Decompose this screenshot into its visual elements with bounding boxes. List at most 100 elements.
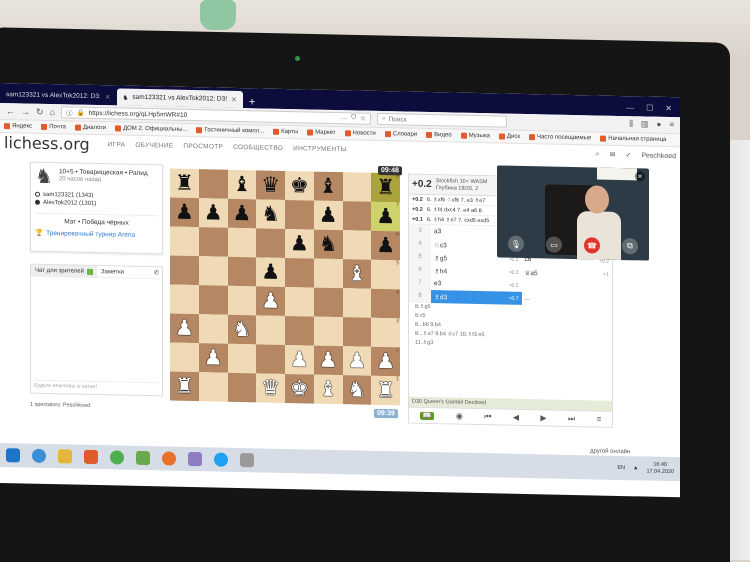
black-knight-icon[interactable]: ♞ bbox=[319, 232, 338, 256]
page-actions-icon[interactable]: ··· bbox=[341, 115, 348, 122]
menu-play[interactable]: ИГРА bbox=[108, 141, 126, 148]
board-square[interactable]: ♞ bbox=[227, 314, 257, 345]
search-icon[interactable]: ⌕ bbox=[596, 150, 600, 158]
bookmark-item[interactable]: ДОМ 2. Официальны... bbox=[115, 125, 187, 133]
board-square[interactable]: ♚ bbox=[285, 170, 314, 201]
firefox-icon[interactable] bbox=[162, 451, 176, 466]
practice-icon[interactable]: ◉ bbox=[456, 412, 463, 421]
checkbox-icon[interactable] bbox=[86, 268, 93, 275]
board-square[interactable] bbox=[342, 172, 372, 202]
next-move-icon[interactable]: ▶ bbox=[540, 413, 546, 422]
last-move-icon[interactable]: ⏭ bbox=[568, 413, 575, 423]
board-square[interactable] bbox=[198, 227, 228, 257]
board-square[interactable] bbox=[170, 342, 199, 373]
board-square[interactable]: ♞ bbox=[342, 375, 372, 405]
board-square[interactable] bbox=[342, 230, 372, 260]
phone-icon[interactable]: ✆ bbox=[154, 269, 162, 276]
prev-move-icon[interactable]: ◀ bbox=[513, 413, 519, 422]
book-icon[interactable]: 📖 bbox=[419, 411, 435, 420]
board-square[interactable]: 5 bbox=[371, 259, 400, 290]
black-pawn-icon[interactable]: ♟ bbox=[376, 204, 395, 228]
board-square[interactable]: ♟ 2 bbox=[371, 346, 400, 377]
player-black[interactable]: AlexTok2012 (1301) bbox=[35, 199, 158, 210]
board-square[interactable]: 3 bbox=[371, 317, 400, 348]
tab-notes[interactable]: Заметки bbox=[97, 266, 128, 279]
board-square[interactable] bbox=[313, 316, 343, 347]
back-icon[interactable]: ← bbox=[6, 106, 15, 116]
white-rook-icon[interactable]: ♜ bbox=[175, 374, 194, 398]
minimize-icon[interactable]: — bbox=[626, 103, 634, 112]
board-square[interactable]: ♜ bbox=[170, 371, 199, 402]
board-square[interactable] bbox=[227, 256, 257, 287]
board-square[interactable]: 4 bbox=[371, 288, 400, 319]
board-square[interactable] bbox=[170, 226, 199, 257]
board-square[interactable]: ♟ bbox=[170, 313, 199, 344]
search-box[interactable]: ⌕ Поиск bbox=[376, 112, 507, 128]
board-square[interactable]: ♟ bbox=[170, 197, 199, 228]
site-logo[interactable]: lichess.org bbox=[4, 133, 90, 154]
white-bishop-icon[interactable]: ♝ bbox=[347, 261, 366, 285]
board-square[interactable] bbox=[285, 257, 314, 288]
tab-spectator-chat[interactable]: Чат для зрителей bbox=[31, 264, 97, 278]
board-square[interactable]: ♟ 6 bbox=[371, 230, 400, 261]
white-pawn-icon[interactable]: ♟ bbox=[204, 345, 223, 369]
black-pawn-icon[interactable]: ♟ bbox=[204, 200, 223, 224]
board-square[interactable] bbox=[256, 228, 285, 258]
tray-icon[interactable]: ▲ bbox=[633, 465, 638, 471]
menu-learn[interactable]: ОБУЧЕНИЕ bbox=[135, 141, 173, 149]
white-queen-icon[interactable]: ♛ bbox=[261, 375, 280, 399]
board-square[interactable] bbox=[227, 372, 257, 403]
bookmark-item[interactable]: Видео bbox=[426, 131, 452, 138]
chrome-icon[interactable] bbox=[110, 450, 124, 465]
menu-icon[interactable]: ≡ bbox=[597, 414, 602, 423]
board-square[interactable]: ♛ bbox=[256, 170, 285, 200]
bookmark-item[interactable]: Карты bbox=[273, 128, 298, 135]
board-square[interactable] bbox=[227, 227, 257, 258]
board-square[interactable]: ♟ bbox=[256, 257, 285, 287]
skype-icon[interactable] bbox=[214, 452, 228, 467]
board-square[interactable]: ♟ bbox=[256, 286, 285, 316]
board-square[interactable]: ♝ bbox=[227, 169, 257, 200]
white-pawn-icon[interactable]: ♟ bbox=[290, 347, 309, 371]
white-king-icon[interactable]: ♚ bbox=[290, 376, 309, 400]
board-square[interactable] bbox=[170, 284, 199, 315]
close-icon[interactable]: ✕ bbox=[231, 95, 237, 103]
move-black[interactable]: ... bbox=[522, 292, 613, 307]
black-bishop-icon[interactable]: ♝ bbox=[232, 172, 251, 196]
white-knight-icon[interactable]: ♞ bbox=[347, 377, 366, 401]
black-pawn-icon[interactable]: ♟ bbox=[261, 259, 280, 283]
close-icon[interactable]: ✕ bbox=[635, 171, 645, 182]
bookmark-item[interactable]: Диалоги bbox=[74, 124, 106, 131]
calculator-icon[interactable] bbox=[240, 453, 254, 468]
black-bishop-icon[interactable]: ♝ bbox=[319, 174, 338, 198]
board-square[interactable] bbox=[342, 201, 372, 231]
board-square[interactable]: ♟ bbox=[342, 346, 372, 376]
move-white[interactable]: ♗d3 +0.7 bbox=[431, 290, 522, 305]
black-rook-icon[interactable]: ♜ bbox=[175, 171, 194, 195]
black-knight-icon[interactable]: ♞ bbox=[261, 201, 280, 225]
board-square[interactable]: ♜ bbox=[170, 168, 199, 199]
board-square[interactable]: ♝ bbox=[342, 259, 372, 289]
board-square[interactable]: ♝ bbox=[313, 374, 343, 405]
board-square[interactable] bbox=[256, 344, 285, 374]
board-square[interactable] bbox=[198, 256, 228, 286]
board-square[interactable] bbox=[342, 317, 372, 347]
black-pawn-icon[interactable]: ♟ bbox=[290, 231, 309, 255]
check-icon[interactable]: ✓ bbox=[625, 151, 631, 159]
pocket-icon[interactable]: ⛉ bbox=[351, 114, 356, 122]
white-bishop-icon[interactable]: ♝ bbox=[319, 377, 338, 401]
board-square[interactable] bbox=[198, 314, 228, 344]
white-pawn-icon[interactable]: ♟ bbox=[347, 348, 366, 372]
black-queen-icon[interactable]: ♛ bbox=[261, 172, 280, 196]
white-pawn-icon[interactable]: ♟ bbox=[175, 316, 194, 340]
board-square[interactable]: ♟ bbox=[313, 200, 343, 231]
white-rook-icon[interactable]: ♜ bbox=[376, 378, 395, 402]
board-square[interactable] bbox=[256, 315, 285, 345]
board-square[interactable] bbox=[227, 285, 257, 316]
hangup-icon[interactable]: ☎ bbox=[584, 237, 600, 254]
menu-icon[interactable]: ≡ bbox=[669, 120, 674, 130]
video-call-window[interactable]: ✕ 🎙 ▭ ☎ ⧉ bbox=[497, 165, 649, 261]
ie-icon[interactable] bbox=[32, 448, 46, 463]
white-pawn-icon[interactable]: ♟ bbox=[319, 348, 338, 372]
camera-icon[interactable]: ▭ bbox=[546, 236, 562, 253]
